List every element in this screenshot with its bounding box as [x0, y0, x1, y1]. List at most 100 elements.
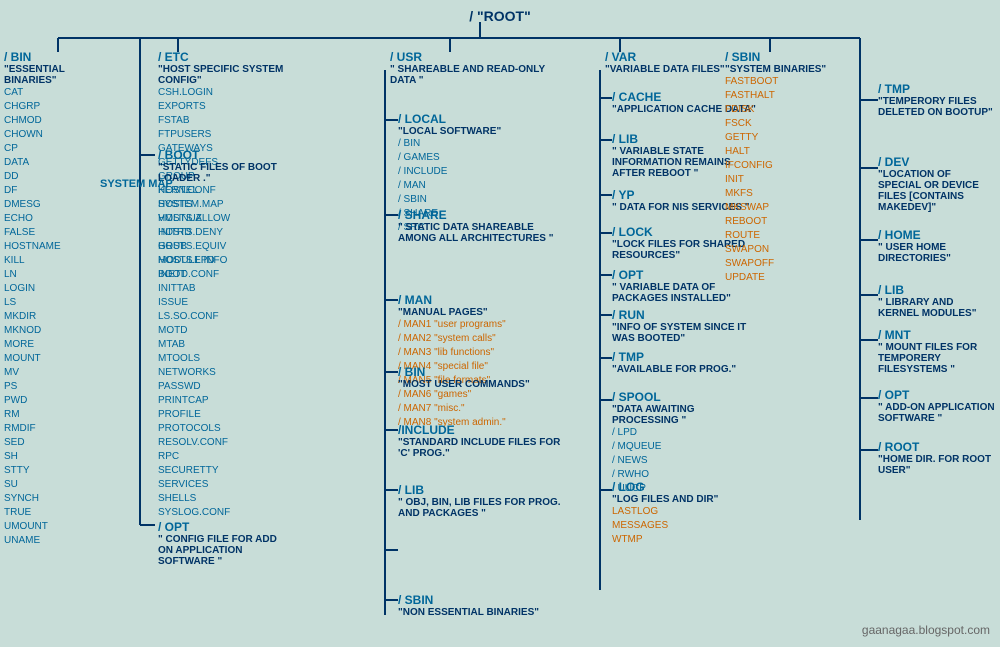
list-item: MV — [4, 366, 112, 380]
var-tmp-title: / TMP — [612, 350, 757, 364]
etc-title: / ETC — [158, 50, 298, 64]
usr-include-title: /INCLUDE — [398, 423, 563, 437]
root-label: / "ROOT" — [0, 8, 1000, 24]
usr-local-title: / LOCAL — [398, 112, 563, 126]
list-item: FTPUSERS — [158, 128, 298, 142]
usr-share-section: / SHARE " STATIC DATA SHAREABLE AMONG AL… — [398, 208, 563, 244]
var-spool-desc: "DATA AWAITING PROCESSING " — [612, 404, 757, 426]
bin-files: CATCHGRPCHMODCHOWNCPDATADDDFDMESGECHOFAL… — [4, 86, 112, 548]
sbin-section: / SBIN "SYSTEM BINARIES" FASTBOOTFASTHAL… — [725, 50, 855, 285]
list-item: / GAMES — [398, 151, 563, 165]
root-dir-title: / ROOT — [878, 440, 996, 454]
list-item: ROUTE — [725, 229, 855, 243]
list-item: / MAN — [398, 179, 563, 193]
list-item: SYSLOG.CONF — [158, 506, 298, 520]
etc-opt-section: / OPT " CONFIG FILE FOR ADD ON APPLICATI… — [158, 520, 278, 567]
list-item: MOTD — [158, 324, 298, 338]
list-item: / MAN7 "misc." — [398, 402, 568, 416]
list-item: / MAN1 "user programs" — [398, 318, 568, 332]
list-item: CP — [4, 142, 112, 156]
dev-desc: "LOCATION OF SPECIAL OR DEVICE FILES [CO… — [878, 169, 996, 213]
list-item: CAT — [4, 86, 112, 100]
list-item: SECURETTY — [158, 464, 298, 478]
mnt-title: / MNT — [878, 328, 996, 342]
usr-desc: " SHAREABLE AND READ-ONLY DATA " — [390, 64, 560, 86]
usr-lib-section: / LIB " OBJ, BIN, LIB FILES FOR PROG. AN… — [398, 483, 563, 519]
list-item: UPDATE — [725, 271, 855, 285]
var-tmp-section: / TMP "AVAILABLE FOR PROG." — [612, 350, 757, 375]
usr-sbin-section: / SBIN "NON ESSENTIAL BINARIES" — [398, 593, 563, 618]
tmp-section: / TMP "TEMPERORY FILES DELETED ON BOOTUP… — [878, 82, 996, 118]
etc-desc: "HOST SPECIFIC SYSTEM CONFIG" — [158, 64, 298, 86]
list-item: GRUB — [158, 240, 278, 254]
watermark: gaanagaa.blogspot.com — [862, 623, 990, 637]
usr-lib-desc: " OBJ, BIN, LIB FILES FOR PROG. AND PACK… — [398, 497, 563, 519]
list-item: NETWORKS — [158, 366, 298, 380]
opt-section: / OPT " ADD-ON APPLICATION SOFTWARE " — [878, 388, 996, 424]
list-item: WTMP — [612, 533, 757, 547]
etc-section: / ETC "HOST SPECIFIC SYSTEM CONFIG" CSH.… — [158, 50, 298, 520]
list-item: INITRD — [158, 226, 278, 240]
system-map-label: SYSTEM MAP — [100, 178, 173, 190]
list-item: LS — [4, 296, 112, 310]
list-item: PRINTCAP — [158, 394, 298, 408]
usr-man-section: / MAN "MANUAL PAGES" / MAN1 "user progra… — [398, 293, 568, 430]
list-item: CHMOD — [4, 114, 112, 128]
var-log-files: LASTLOGMESSAGESWTMP — [612, 505, 757, 547]
list-item: INIT — [725, 173, 855, 187]
root-title: / "ROOT" — [469, 8, 531, 24]
dev-title: / DEV — [878, 155, 996, 169]
lib-section: / LIB " LIBRARY AND KERNEL MODULES" — [878, 283, 996, 319]
sbin-files: FASTBOOTFASTHALTFDISKFSCKGETTYHALTIFCONF… — [725, 75, 855, 285]
home-section: / HOME " USER HOME DIRECTORIES" — [878, 228, 996, 264]
list-item: UNAME — [4, 534, 112, 548]
bin-desc: "ESSENTIAL BINARIES" — [4, 64, 112, 86]
list-item: HOSTNAME — [4, 240, 112, 254]
mnt-desc: " MOUNT FILES FOR TEMPORERY FILESYSTEMS … — [878, 342, 996, 375]
usr-title: / USR — [390, 50, 560, 64]
list-item: / MAN3 "lib functions" — [398, 346, 568, 360]
list-item: MKDIR — [4, 310, 112, 324]
opt-title: / OPT — [878, 388, 996, 402]
var-run-desc: "INFO OF SYSTEM SINCE IT WAS BOOTED" — [612, 322, 757, 344]
list-item: RPC — [158, 450, 298, 464]
list-item: SH — [4, 450, 112, 464]
list-item: DD — [4, 170, 112, 184]
sbin-desc: "SYSTEM BINARIES" — [725, 64, 855, 75]
list-item: DMESG — [4, 198, 112, 212]
usr-share-desc: " STATIC DATA SHAREABLE AMONG ALL ARCHIT… — [398, 222, 563, 244]
var-run-section: / RUN "INFO OF SYSTEM SINCE IT WAS BOOTE… — [612, 308, 757, 344]
dev-section: / DEV "LOCATION OF SPECIAL OR DEVICE FIL… — [878, 155, 996, 213]
list-item: MTAB — [158, 338, 298, 352]
var-log-title: / LOG — [612, 480, 757, 494]
etc-opt-desc: " CONFIG FILE FOR ADD ON APPLICATION SOF… — [158, 534, 278, 567]
list-item: DF — [4, 184, 112, 198]
list-item: PASSWD — [158, 380, 298, 394]
root-dir-section: / ROOT "HOME DIR. FOR ROOT USER" — [878, 440, 996, 476]
list-item: REBOOT — [725, 215, 855, 229]
opt-desc: " ADD-ON APPLICATION SOFTWARE " — [878, 402, 996, 424]
list-item: UMOUNT — [4, 520, 112, 534]
list-item: FASTBOOT — [725, 75, 855, 89]
root-dir-desc: "HOME DIR. FOR ROOT USER" — [878, 454, 996, 476]
list-item: GETTY — [725, 131, 855, 145]
list-item: RM — [4, 408, 112, 422]
list-item: RESOLV.CONF — [158, 436, 298, 450]
usr-man-desc: "MANUAL PAGES" — [398, 307, 568, 318]
usr-man-title: / MAN — [398, 293, 568, 307]
bin-section: / BIN "ESSENTIAL BINARIES" CATCHGRPCHMOD… — [4, 50, 112, 548]
bin-title: / BIN — [4, 50, 112, 64]
list-item: SYSTEM.MAP — [158, 198, 278, 212]
list-item: MESSAGES — [612, 519, 757, 533]
list-item: / INCLUDE — [398, 165, 563, 179]
tmp-desc: "TEMPERORY FILES DELETED ON BOOTUP" — [878, 96, 996, 118]
list-item: KERNEL — [158, 184, 278, 198]
home-title: / HOME — [878, 228, 996, 242]
list-item: INITTAB — [158, 282, 298, 296]
list-item: LOGIN — [4, 282, 112, 296]
list-item: / MAN2 "system calls" — [398, 332, 568, 346]
sbin-title: / SBIN — [725, 50, 855, 64]
usr-section: / USR " SHAREABLE AND READ-ONLY DATA " — [390, 50, 560, 86]
list-item: SHELLS — [158, 492, 298, 506]
list-item: MKNOD — [4, 324, 112, 338]
